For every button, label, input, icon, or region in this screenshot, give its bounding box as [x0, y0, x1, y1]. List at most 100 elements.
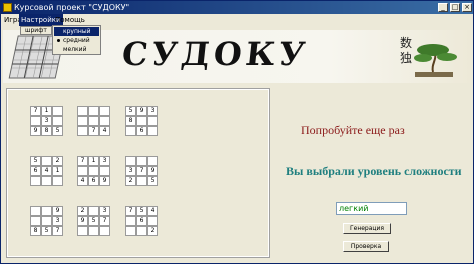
sudoku-cell[interactable]: 8 [41, 126, 52, 136]
sudoku-cell[interactable] [77, 126, 88, 136]
sudoku-cell[interactable]: 7 [136, 166, 147, 176]
sudoku-cell[interactable] [136, 176, 147, 186]
font-small-option[interactable]: мелкий [54, 45, 99, 54]
sudoku-cell[interactable] [41, 216, 52, 226]
sudoku-cell[interactable] [41, 176, 52, 186]
sudoku-cell[interactable] [99, 106, 110, 116]
kanji-text: 数 独 [400, 36, 412, 66]
sudoku-cell[interactable] [77, 226, 88, 236]
sudoku-cell[interactable] [125, 216, 136, 226]
sudoku-cell[interactable] [41, 156, 52, 166]
sudoku-cell[interactable]: 9 [147, 166, 158, 176]
sudoku-cell[interactable]: 6 [136, 126, 147, 136]
sudoku-cell[interactable]: 3 [41, 116, 52, 126]
sudoku-cell[interactable]: 3 [99, 206, 110, 216]
sudoku-cell[interactable]: 5 [41, 226, 52, 236]
sudoku-cell[interactable] [147, 216, 158, 226]
sudoku-cell[interactable] [30, 206, 41, 216]
sudoku-cell[interactable] [125, 156, 136, 166]
sudoku-cell[interactable]: 7 [88, 126, 99, 136]
sudoku-cell[interactable] [77, 166, 88, 176]
sudoku-cell[interactable]: 5 [147, 176, 158, 186]
sudoku-cell[interactable]: 2 [77, 206, 88, 216]
check-button[interactable]: Проверка [343, 241, 389, 252]
sudoku-cell[interactable]: 7 [125, 206, 136, 216]
sudoku-cell[interactable]: 9 [30, 126, 41, 136]
sudoku-cell[interactable]: 5 [30, 156, 41, 166]
sudoku-cell[interactable] [52, 106, 63, 116]
sudoku-cell[interactable]: 3 [147, 106, 158, 116]
sudoku-cell[interactable] [99, 166, 110, 176]
sudoku-cell[interactable] [77, 106, 88, 116]
sudoku-cell[interactable] [30, 176, 41, 186]
sudoku-cell[interactable] [52, 116, 63, 126]
radio-dot-icon [57, 39, 60, 42]
font-medium-option[interactable]: средний [54, 36, 99, 45]
sudoku-cell[interactable]: 4 [99, 126, 110, 136]
sudoku-cell[interactable] [125, 126, 136, 136]
sudoku-cell[interactable] [147, 116, 158, 126]
sudoku-cell[interactable]: 3 [125, 166, 136, 176]
sudoku-cell[interactable]: 6 [88, 176, 99, 186]
sudoku-cell[interactable]: 7 [77, 156, 88, 166]
sudoku-cell[interactable] [30, 216, 41, 226]
sudoku-cell[interactable]: 7 [52, 226, 63, 236]
sudoku-cell[interactable] [88, 166, 99, 176]
sudoku-cell[interactable] [136, 156, 147, 166]
sudoku-cell[interactable]: 2 [125, 176, 136, 186]
sudoku-cell[interactable]: 7 [30, 106, 41, 116]
sudoku-logo: СУДОКУ [120, 35, 311, 73]
sudoku-cell[interactable] [136, 226, 147, 236]
sudoku-cell[interactable] [99, 116, 110, 126]
sudoku-cell[interactable]: 6 [30, 166, 41, 176]
maximize-button[interactable]: □ [450, 3, 460, 12]
sudoku-cell[interactable]: 9 [77, 216, 88, 226]
sudoku-cell[interactable] [88, 206, 99, 216]
sudoku-cell[interactable] [147, 126, 158, 136]
level-field[interactable]: легкий [336, 202, 407, 215]
sudoku-cell[interactable] [125, 226, 136, 236]
sudoku-cell[interactable]: 6 [136, 216, 147, 226]
sudoku-cell[interactable]: 9 [99, 176, 110, 186]
generate-button[interactable]: Генерация [343, 223, 391, 234]
sudoku-cell[interactable]: 5 [136, 206, 147, 216]
sudoku-cell[interactable]: 3 [99, 156, 110, 166]
sudoku-cell[interactable] [136, 116, 147, 126]
sudoku-cell[interactable]: 2 [52, 156, 63, 166]
title-bar[interactable]: Курсовой проект "СУДОКУ" _ □ × [1, 1, 473, 14]
window-title: Курсовой проект "СУДОКУ" [14, 3, 130, 12]
sudoku-cell[interactable]: 9 [136, 106, 147, 116]
sudoku-cell[interactable]: 5 [88, 216, 99, 226]
sudoku-cell[interactable] [88, 106, 99, 116]
sudoku-cell[interactable]: 4 [41, 166, 52, 176]
sudoku-cell[interactable]: 8 [30, 226, 41, 236]
sudoku-cell[interactable] [52, 176, 63, 186]
sudoku-cell[interactable] [99, 226, 110, 236]
menu-font[interactable]: шрифт [25, 27, 47, 34]
close-button[interactable]: × [462, 3, 472, 12]
sudoku-cell[interactable]: 4 [77, 176, 88, 186]
sudoku-cell[interactable] [147, 156, 158, 166]
sudoku-cell[interactable] [77, 116, 88, 126]
sudoku-cell[interactable]: 5 [52, 126, 63, 136]
sudoku-cell[interactable]: 5 [125, 106, 136, 116]
minimize-button[interactable]: _ [438, 3, 448, 12]
sudoku-cell[interactable]: 8 [125, 116, 136, 126]
sudoku-cell[interactable]: 4 [147, 206, 158, 216]
font-submenu: крупный средний мелкий [52, 25, 101, 55]
sudoku-cell[interactable]: 1 [41, 106, 52, 116]
sudoku-cell[interactable] [88, 116, 99, 126]
sudoku-cell[interactable]: 2 [147, 226, 158, 236]
sudoku-cell[interactable]: 7 [99, 216, 110, 226]
font-large-option[interactable]: крупный [54, 27, 99, 36]
sudoku-cell[interactable]: 9 [52, 206, 63, 216]
kanji-char: 数 [400, 36, 413, 50]
sudoku-cell[interactable] [88, 226, 99, 236]
sudoku-cell[interactable]: 1 [88, 156, 99, 166]
main-window: Курсовой проект "СУДОКУ" _ □ × Игра Наст… [0, 0, 474, 264]
sudoku-cell[interactable] [30, 116, 41, 126]
sudoku-cell[interactable]: 1 [52, 166, 63, 176]
sudoku-cell[interactable] [41, 206, 52, 216]
sudoku-cell[interactable]: 3 [52, 216, 63, 226]
try-again-message: Попробуйте еще раз [301, 123, 405, 137]
